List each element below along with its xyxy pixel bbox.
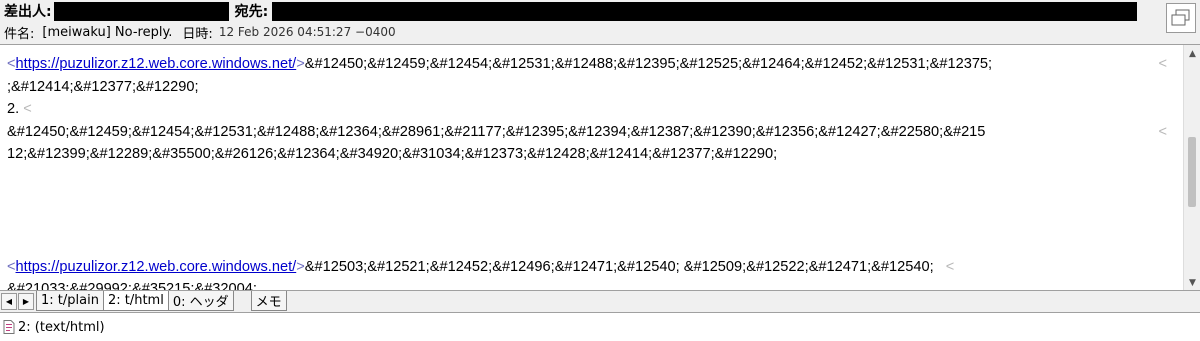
message-body-text: <https://puzulizor.z12.web.core.windows.… — [7, 53, 1167, 290]
body-line: <https://puzulizor.z12.web.core.windows.… — [7, 53, 1167, 76]
body-blank-line — [7, 211, 1167, 234]
wrap-mark: < — [945, 258, 955, 275]
body-line: &#21033;&#29992;&#35215;&#32004; — [7, 281, 257, 290]
status-bar: 2: (text/html) — [0, 312, 1200, 341]
open-bracket: < — [7, 258, 16, 275]
subject-value: [meiwaku] No-reply. — [42, 24, 173, 40]
from-label: 差出人: — [4, 4, 52, 20]
message-body-pane[interactable]: <https://puzulizor.z12.web.core.windows.… — [0, 44, 1200, 290]
header-row-subject-date: 件名: [meiwaku] No-reply. 日時: 12 Feb 2026 … — [0, 22, 396, 42]
body-blank-line — [7, 233, 1167, 256]
body-line: 12;&#12399;&#12289;&#35500;&#26126;&#123… — [7, 146, 778, 162]
scroll-up-icon[interactable]: ▲ — [1184, 45, 1200, 62]
scroll-thumb[interactable] — [1188, 137, 1196, 207]
body-line: &#12450;&#12459;&#12454;&#12531;&#12488;… — [7, 121, 1167, 144]
date-label: 日時: — [182, 26, 213, 42]
vertical-scrollbar[interactable]: ▲ ▼ — [1183, 45, 1200, 290]
body-entity-text: &#12450;&#12459;&#12454;&#12531;&#12488;… — [7, 123, 986, 140]
body-entity-text: 2. — [7, 101, 24, 117]
tab-memo[interactable]: メモ — [250, 291, 287, 311]
to-label: 宛先: — [234, 4, 269, 20]
subject-label: 件名: — [4, 26, 35, 42]
body-entity-text: &#12503;&#12521;&#12452;&#12496;&#12471;… — [304, 258, 934, 275]
window-restore-icon[interactable] — [1166, 3, 1196, 33]
open-bracket: < — [7, 56, 16, 72]
wrap-mark: < — [1158, 123, 1167, 140]
tab-scroll-left-icon[interactable]: ◀ — [1, 293, 17, 310]
body-line: ;&#12414;&#12377;&#12290; — [7, 78, 199, 95]
body-line: <https://puzulizor.z12.web.core.windows.… — [7, 256, 1167, 279]
tab-text-plain[interactable]: 1: t/plain — [36, 291, 104, 311]
from-redacted — [53, 1, 229, 21]
suspicious-link[interactable]: https://puzulizor.z12.web.core.windows.n… — [16, 56, 297, 72]
tab-scroll-right-icon[interactable]: ▶ — [18, 293, 34, 310]
body-entity-text: &#12450;&#12459;&#12454;&#12531;&#12488;… — [304, 56, 993, 72]
part-tab-bar: ◀ ▶ 1: t/plain 2: t/html 0: ヘッダ メモ — [0, 290, 1200, 312]
close-bracket: > — [296, 258, 305, 275]
date-value: 12 Feb 2026 04:51:27 −0400 — [218, 25, 396, 39]
tab-text-html[interactable]: 2: t/html — [102, 291, 169, 311]
scroll-down-icon[interactable]: ▼ — [1184, 274, 1200, 290]
tab-headers[interactable]: 0: ヘッダ — [167, 291, 234, 311]
status-text: 2: (text/html) — [18, 319, 105, 335]
close-bracket: > — [296, 56, 305, 72]
body-blank-line — [7, 188, 1167, 211]
suspicious-link[interactable]: https://puzulizor.z12.web.core.windows.n… — [16, 259, 297, 275]
message-header: 差出人: 宛先: 件名: [meiwaku] No-reply. 日時: 12 … — [0, 0, 1200, 44]
body-line: 2. < — [7, 98, 1167, 121]
to-redacted — [272, 1, 1138, 21]
document-icon — [3, 320, 15, 334]
wrap-mark: < — [23, 101, 32, 117]
header-row-from-to: 差出人: 宛先: — [0, 1, 1138, 21]
body-blank-line — [7, 166, 1167, 189]
wrap-mark: < — [1158, 56, 1167, 72]
